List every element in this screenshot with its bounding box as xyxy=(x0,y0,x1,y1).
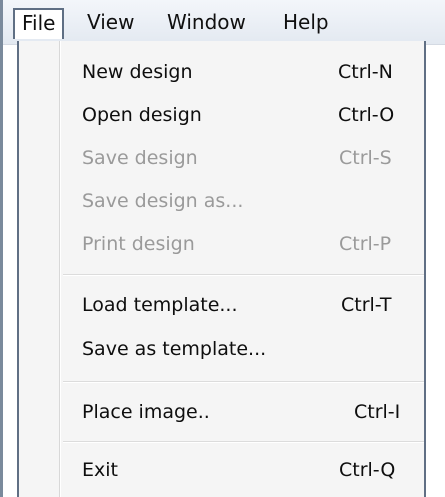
menu-item-save-as-template[interactable]: Save as template... xyxy=(19,331,424,371)
menu-item-save-design-as[interactable]: Save design as... xyxy=(19,183,424,223)
menu-window[interactable]: Window xyxy=(167,8,246,38)
menu-separator xyxy=(63,441,424,443)
menu-item-label: Print design xyxy=(82,233,195,255)
menu-item-label: Save design xyxy=(82,147,198,169)
menu-file[interactable]: File xyxy=(13,8,65,39)
menu-item-shortcut: Ctrl-P xyxy=(339,233,392,255)
menu-item-label: Exit xyxy=(82,459,118,481)
menu-item-label: Load template... xyxy=(82,294,238,316)
menu-item-new-design[interactable]: New design Ctrl-N xyxy=(19,54,424,94)
application-window: File View Window Help New design Ctrl-N … xyxy=(0,0,445,497)
menu-item-print-design[interactable]: Print design Ctrl-P xyxy=(19,226,424,266)
menu-item-open-design[interactable]: Open design Ctrl-O xyxy=(19,97,424,137)
menu-bar: File View Window Help xyxy=(3,0,445,45)
menu-item-label: Save as template... xyxy=(82,338,267,360)
menu-item-shortcut: Ctrl-O xyxy=(338,104,395,126)
menu-item-shortcut: Ctrl-I xyxy=(354,401,401,423)
menu-separator xyxy=(63,381,424,383)
menu-item-shortcut: Ctrl-T xyxy=(341,294,392,316)
menu-item-shortcut: Ctrl-Q xyxy=(339,459,396,481)
menu-item-label: Place image.. xyxy=(82,401,210,423)
menu-item-place-image[interactable]: Place image.. Ctrl-I xyxy=(19,394,424,434)
window-frame-edge xyxy=(0,0,3,497)
menu-item-label: New design xyxy=(82,61,193,83)
menu-item-exit[interactable]: Exit Ctrl-Q xyxy=(19,452,424,492)
menu-item-shortcut: Ctrl-S xyxy=(339,147,392,169)
menu-item-label: Save design as... xyxy=(82,190,244,212)
menu-item-shortcut: Ctrl-N xyxy=(338,61,393,83)
menu-item-save-design[interactable]: Save design Ctrl-S xyxy=(19,140,424,180)
file-menu-dropdown: New design Ctrl-N Open design Ctrl-O Sav… xyxy=(17,41,426,497)
menu-view[interactable]: View xyxy=(87,8,134,38)
menu-item-label: Open design xyxy=(82,104,202,126)
menu-separator xyxy=(63,274,424,276)
menu-item-load-template[interactable]: Load template... Ctrl-T xyxy=(19,287,424,327)
menu-help[interactable]: Help xyxy=(283,8,329,38)
